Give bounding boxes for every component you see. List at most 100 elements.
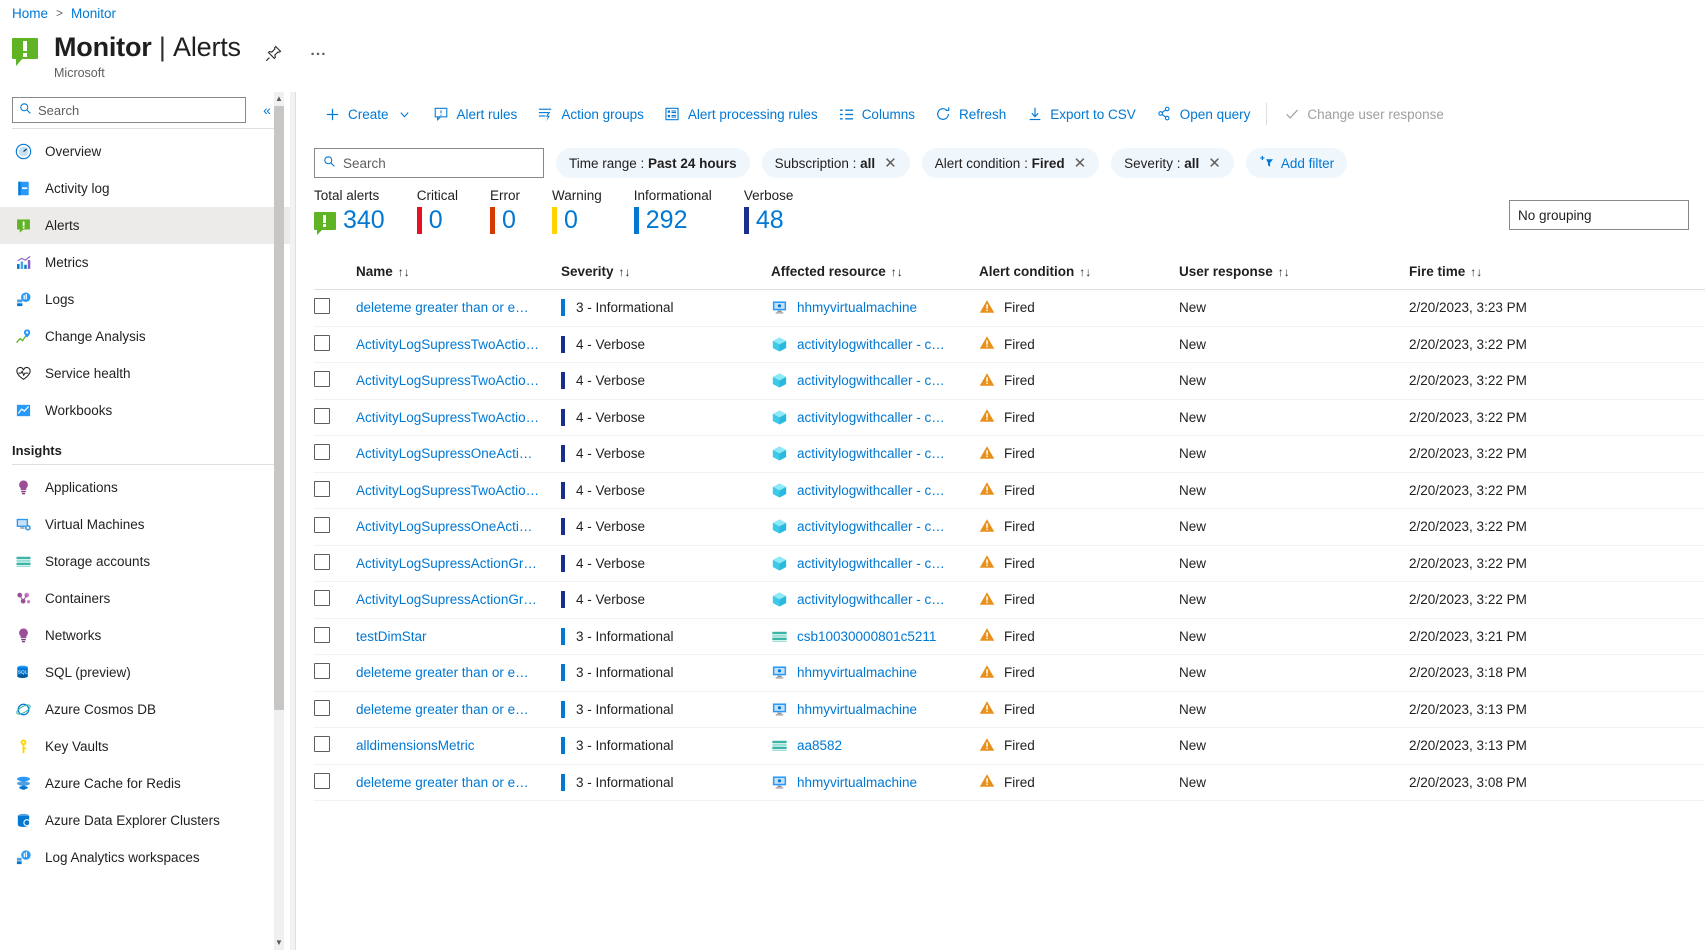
alert-name-link[interactable]: ActivityLogSupressTwoActio… [356,483,561,498]
alert-name-link[interactable]: ActivityLogSupressTwoActio… [356,337,561,352]
row-name-cell[interactable]: alldimensionsMetric [356,728,561,765]
table-row[interactable]: alldimensionsMetric3 - Informationalaa85… [314,728,1705,765]
column-header-severity[interactable]: Severity↑↓ [561,258,771,290]
resource-link[interactable]: hhmyvirtualmachine [797,702,917,717]
row-checkbox[interactable] [314,517,330,533]
alert-name-link[interactable]: ActivityLogSupressActionGr… [356,592,561,607]
sidebar-item-activity-log[interactable]: Activity log [0,170,290,207]
row-resource-cell[interactable]: hhmyvirtualmachine [771,691,979,728]
resource-link[interactable]: activitylogwithcaller - c… [797,373,945,388]
row-checkbox[interactable] [314,335,330,351]
stat-total-alerts[interactable]: Total alerts 340 [314,188,385,234]
row-resource-cell[interactable]: activitylogwithcaller - c… [771,363,979,400]
select-all-header[interactable] [314,258,356,290]
column-header-user-response[interactable]: User response↑↓ [1179,258,1409,290]
sort-icon[interactable]: ↑↓ [398,265,410,279]
change-user-response-button[interactable]: Change user response [1273,97,1454,131]
table-row[interactable]: ActivityLogSupressOneActi…4 - Verboseact… [314,436,1705,473]
row-checkbox[interactable] [314,371,330,387]
table-row[interactable]: ActivityLogSupressTwoActio…4 - Verboseac… [314,326,1705,363]
row-checkbox[interactable] [314,700,330,716]
row-checkbox-cell[interactable] [314,399,356,436]
row-resource-cell[interactable]: aa8582 [771,728,979,765]
scroll-down-arrow-icon[interactable]: ▼ [274,937,284,949]
columns-button[interactable]: Columns [828,97,925,131]
grid-search-box[interactable] [314,148,544,178]
sidebar-scrollbar[interactable]: ▲ ▼ [274,92,284,950]
row-checkbox-cell[interactable] [314,326,356,363]
filter-pill-time-range[interactable]: Time range : Past 24 hours [556,148,750,178]
sidebar-item-log-analytics-workspaces[interactable]: Log Analytics workspaces [0,839,290,876]
resource-link[interactable]: activitylogwithcaller - c… [797,337,945,352]
row-resource-cell[interactable]: activitylogwithcaller - c… [771,509,979,546]
sidebar-item-logs[interactable]: Logs [0,281,290,318]
resource-link[interactable]: activitylogwithcaller - c… [797,556,945,571]
export-to-csv-button[interactable]: Export to CSV [1016,97,1146,131]
resource-link[interactable]: activitylogwithcaller - c… [797,592,945,607]
row-checkbox[interactable] [314,481,330,497]
row-resource-cell[interactable]: hhmyvirtualmachine [771,290,979,327]
alert-name-link[interactable]: ActivityLogSupressOneActi… [356,519,561,534]
stat-verbose[interactable]: Verbose 48 [744,188,794,234]
resource-link[interactable]: activitylogwithcaller - c… [797,483,945,498]
alert-processing-rules-button[interactable]: Alert processing rules [654,97,828,131]
column-header-affected-resource[interactable]: Affected resource↑↓ [771,258,979,290]
sidebar-item-networks[interactable]: Networks [0,617,290,654]
sidebar-item-alerts[interactable]: Alerts [0,207,290,244]
row-checkbox[interactable] [314,444,330,460]
sort-icon[interactable]: ↑↓ [1278,265,1290,279]
row-resource-cell[interactable]: hhmyvirtualmachine [771,655,979,692]
row-name-cell[interactable]: ActivityLogSupressOneActi… [356,509,561,546]
open-query-button[interactable]: Open query [1146,97,1261,131]
column-header-alert-condition[interactable]: Alert condition↑↓ [979,258,1179,290]
table-row[interactable]: deleteme greater than or e…3 - Informati… [314,691,1705,728]
row-resource-cell[interactable]: activitylogwithcaller - c… [771,472,979,509]
sort-icon[interactable]: ↑↓ [1079,265,1091,279]
row-checkbox-cell[interactable] [314,545,356,582]
row-checkbox-cell[interactable] [314,655,356,692]
scroll-up-arrow-icon[interactable]: ▲ [274,93,284,105]
table-row[interactable]: deleteme greater than or e…3 - Informati… [314,655,1705,692]
table-row[interactable]: ActivityLogSupressOneActi…4 - Verboseact… [314,509,1705,546]
row-name-cell[interactable]: ActivityLogSupressTwoActio… [356,326,561,363]
row-name-cell[interactable]: testDimStar [356,618,561,655]
table-row[interactable]: ActivityLogSupressTwoActio…4 - Verboseac… [314,399,1705,436]
resource-link[interactable]: activitylogwithcaller - c… [797,446,945,461]
sort-icon[interactable]: ↑↓ [891,265,903,279]
sidebar-item-workbooks[interactable]: Workbooks [0,392,290,429]
table-row[interactable]: testDimStar3 - Informationalcsb100300008… [314,618,1705,655]
row-resource-cell[interactable]: activitylogwithcaller - c… [771,436,979,473]
sidebar-item-azure-data-explorer-clusters[interactable]: Azure Data Explorer Clusters [0,802,290,839]
sidebar-item-sql-preview[interactable]: SQL SQL (preview) [0,654,290,691]
row-checkbox-cell[interactable] [314,691,356,728]
action-groups-button[interactable]: Action groups [527,97,654,131]
create-button[interactable]: Create [314,97,423,131]
sort-icon[interactable]: ↑↓ [619,265,631,279]
pin-icon[interactable] [263,42,285,64]
resource-link[interactable]: hhmyvirtualmachine [797,665,917,680]
sidebar-item-key-vaults[interactable]: Key Vaults [0,728,290,765]
row-name-cell[interactable]: ActivityLogSupressTwoActio… [356,363,561,400]
alert-name-link[interactable]: deleteme greater than or e… [356,702,561,717]
alert-name-link[interactable]: ActivityLogSupressTwoActio… [356,373,561,388]
filter-pill-subscription[interactable]: Subscription : all ✕ [762,148,910,178]
sidebar-item-azure-cosmos-db[interactable]: Azure Cosmos DB [0,691,290,728]
table-row[interactable]: ActivityLogSupressActionGr…4 - Verboseac… [314,545,1705,582]
close-icon[interactable]: ✕ [884,156,897,171]
row-resource-cell[interactable]: activitylogwithcaller - c… [771,582,979,619]
row-name-cell[interactable]: ActivityLogSupressTwoActio… [356,399,561,436]
row-name-cell[interactable]: deleteme greater than or e… [356,655,561,692]
sidebar-item-virtual-machines[interactable]: Virtual Machines [0,506,290,543]
row-checkbox[interactable] [314,736,330,752]
row-name-cell[interactable]: ActivityLogSupressActionGr… [356,545,561,582]
row-name-cell[interactable]: ActivityLogSupressTwoActio… [356,472,561,509]
alert-name-link[interactable]: ActivityLogSupressActionGr… [356,556,561,571]
sidebar-item-applications[interactable]: Applications [0,469,290,506]
sidebar-item-containers[interactable]: Containers [0,580,290,617]
row-name-cell[interactable]: deleteme greater than or e… [356,764,561,801]
resource-link[interactable]: hhmyvirtualmachine [797,300,917,315]
add-filter-button[interactable]: Add filter [1246,148,1347,178]
resource-link[interactable]: activitylogwithcaller - c… [797,519,945,534]
row-checkbox-cell[interactable] [314,363,356,400]
row-checkbox[interactable] [314,554,330,570]
